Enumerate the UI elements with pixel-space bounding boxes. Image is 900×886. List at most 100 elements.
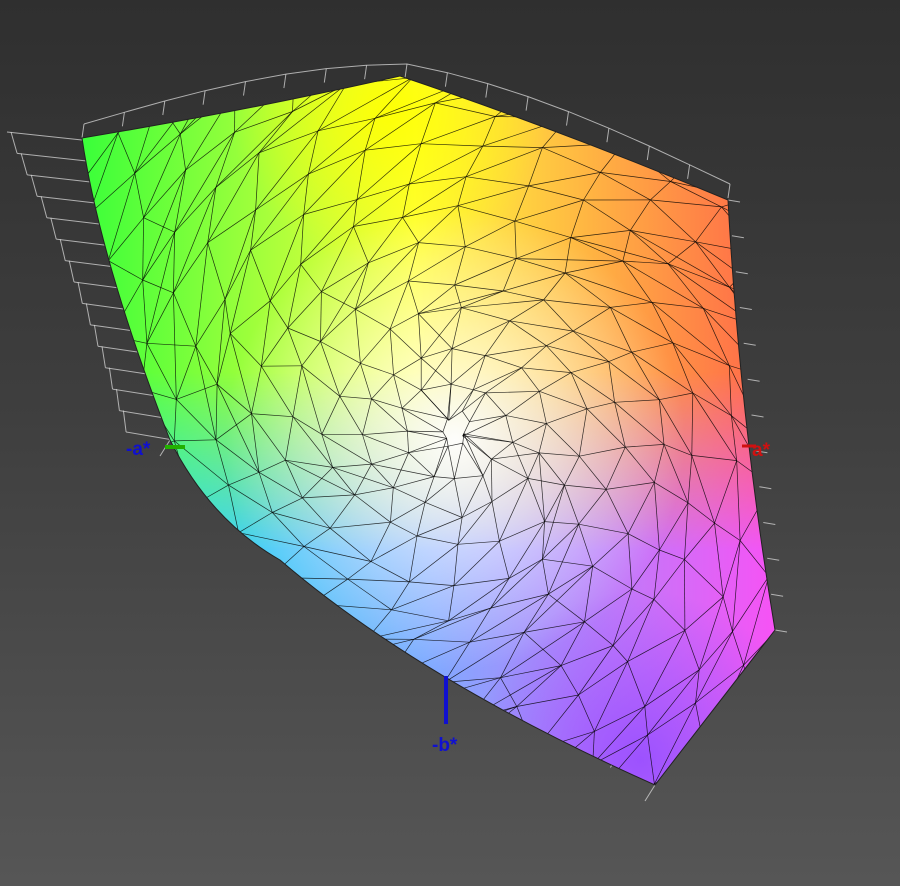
mesh-edge: [880, 439, 900, 570]
mesh-edge: [795, 675, 832, 715]
mesh-edge: [863, 325, 900, 387]
mesh-edge: [62, 280, 73, 375]
mesh-edge: [729, 127, 775, 135]
mesh-edge: [830, 460, 846, 520]
mesh-edge: [836, 343, 880, 440]
mesh-edge: [77, 281, 83, 304]
mesh-edge: [859, 556, 872, 618]
mesh-edge: [40, 196, 48, 218]
mesh-edge: [0, 477, 36, 508]
mesh-edge: [884, 265, 900, 325]
mesh-edge: [275, 21, 345, 36]
mesh-edge: [165, 709, 216, 752]
mesh-edge: [244, 633, 286, 637]
mesh-edge: [803, 478, 830, 520]
mesh-edge: [344, 691, 397, 708]
mesh-edge: [149, 507, 177, 556]
mesh-edge: [330, 767, 346, 785]
mesh-edge: [285, 68, 327, 75]
mesh-edge: [886, 387, 900, 447]
mesh-edge: [0, 407, 21, 449]
mesh-edge: [842, 398, 880, 439]
mesh-edge: [646, 145, 650, 161]
mesh-edge: [731, 235, 744, 239]
mesh-edge: [880, 439, 900, 500]
mesh-edge: [364, 65, 368, 80]
mesh-edge: [770, 378, 775, 421]
mesh-edge: [340, 707, 397, 730]
mesh-edge: [396, 682, 445, 708]
mesh-edge: [886, 387, 900, 500]
mesh-edge: [770, 485, 775, 526]
mesh-edge: [751, 665, 775, 755]
mesh-edge: [0, 537, 23, 594]
mesh-edge: [533, 750, 535, 783]
mesh-edge: [142, 645, 186, 684]
mesh-edge: [780, 571, 814, 627]
mesh-edge: [798, 478, 804, 525]
mesh-edge: [82, 213, 90, 280]
mesh-edge: [480, 76, 550, 77]
mesh-edge: [531, 805, 588, 817]
mesh-edge: [755, 665, 775, 710]
mesh-edge: [245, 73, 286, 83]
mesh-edge: [268, 783, 331, 785]
mesh-edge: [268, 778, 408, 784]
mesh-edge: [387, 677, 445, 683]
mesh-edge: [487, 83, 529, 98]
mesh-edge: [34, 239, 62, 280]
mesh-edge: [618, 50, 662, 70]
mesh-edge: [6, 131, 83, 141]
mesh-edge: [128, 558, 199, 605]
mesh-edge: [729, 253, 763, 288]
mesh-edge: [293, 658, 335, 677]
mesh-edge: [62, 280, 80, 316]
mesh-edge: [467, 782, 534, 785]
mesh-edge: [412, 76, 421, 78]
mesh-edge: [180, 772, 269, 784]
mesh-edge: [757, 326, 775, 358]
mesh-edge: [435, 817, 530, 847]
mesh-edge: [31, 332, 44, 384]
mesh-edge: [775, 128, 820, 166]
mesh-edge: [479, 76, 487, 77]
mesh-edge: [386, 812, 457, 821]
mesh-edge: [180, 772, 331, 785]
mesh-edge: [93, 324, 99, 347]
mesh-edge: [757, 326, 775, 421]
mesh-edge: [206, 547, 271, 578]
mesh-edge: [31, 384, 64, 432]
mesh-edge: [0, 407, 36, 508]
mesh-edge: [435, 821, 456, 846]
mesh-edge: [288, 744, 346, 769]
mesh-edge: [846, 265, 884, 267]
mesh-edge: [184, 683, 285, 717]
mesh-edge: [180, 772, 237, 785]
mesh-edge: [813, 421, 846, 460]
mesh-edge: [288, 729, 342, 746]
mesh-edge: [330, 778, 408, 785]
mesh-edge: [785, 307, 842, 398]
mesh-edge: [56, 570, 73, 616]
mesh-edge: [237, 675, 294, 689]
mesh-edge: [245, 577, 271, 599]
mesh-edge: [128, 558, 159, 601]
mesh-edge: [197, 603, 245, 637]
mesh-edge: [43, 332, 64, 432]
mesh-edge: [122, 410, 127, 433]
mesh-edge: [810, 212, 845, 267]
mesh-edge: [571, 805, 587, 846]
mesh-edge: [527, 96, 569, 113]
mesh-edge: [830, 520, 859, 556]
mesh-edge: [872, 500, 880, 617]
mesh-edge: [234, 715, 285, 724]
mesh-edge: [795, 357, 846, 460]
mesh-edge: [82, 488, 113, 506]
mesh-edge: [359, 14, 480, 54]
mesh-edge: [761, 244, 775, 255]
mesh-edge: [655, 118, 775, 171]
mesh-edge: [0, 537, 73, 616]
mesh-edge: [768, 524, 775, 577]
mesh-edge: [237, 688, 285, 717]
mesh-edge: [798, 525, 814, 572]
